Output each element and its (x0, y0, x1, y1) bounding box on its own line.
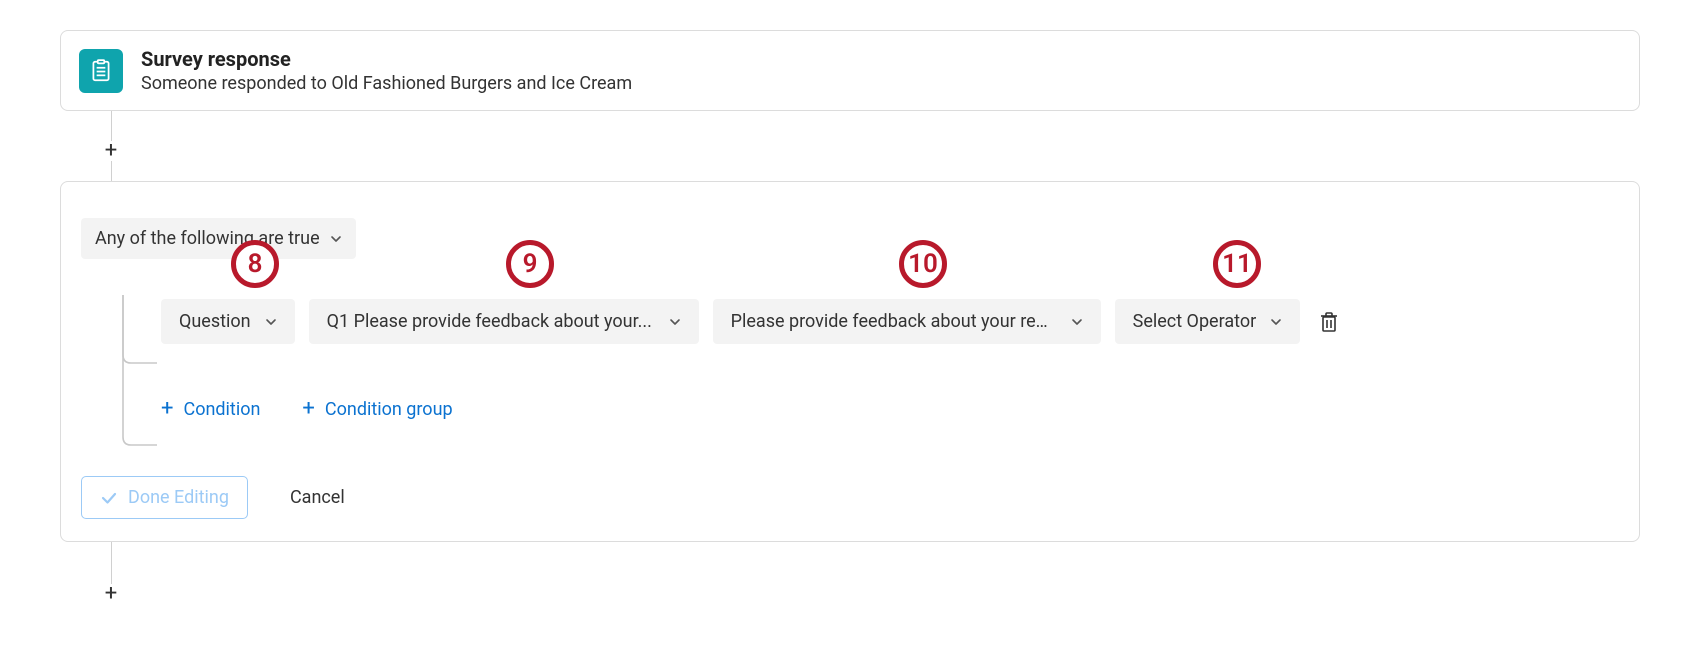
chevron-down-icon (1071, 316, 1083, 328)
add-condition-button[interactable]: + Condition (161, 398, 260, 420)
group-mode-label: Any of the following are true (95, 228, 320, 249)
question-label: Q1 Please provide feedback about your... (327, 311, 655, 332)
field-label: Please provide feedback about your res..… (731, 311, 1057, 332)
cancel-button[interactable]: Cancel (290, 487, 345, 508)
field-dropdown[interactable]: Please provide feedback about your res..… (713, 299, 1101, 344)
callout-11: 11 (1213, 240, 1261, 288)
plus-icon: + (105, 140, 117, 162)
condition-row: Question Q1 Please provide feedback abou… (161, 299, 1621, 344)
group-mode-dropdown[interactable]: Any of the following are true (81, 218, 356, 259)
callout-10: 10 (899, 240, 947, 288)
plus-icon: + (302, 398, 314, 420)
chevron-down-icon (1270, 316, 1282, 328)
plus-icon: + (105, 583, 117, 605)
trigger-title: Survey response (141, 47, 632, 71)
done-editing-label: Done Editing (128, 487, 229, 508)
add-condition-group-button[interactable]: + Condition group (302, 398, 452, 420)
operator-dropdown[interactable]: Select Operator (1115, 299, 1301, 344)
chevron-down-icon (669, 316, 681, 328)
chevron-down-icon (265, 316, 277, 328)
add-step-button[interactable]: + (101, 141, 121, 161)
condition-type-label: Question (179, 311, 251, 332)
connector-top: + (98, 111, 158, 181)
tree-connector (109, 295, 169, 465)
check-icon (100, 489, 118, 507)
callout-9: 9 (506, 240, 554, 288)
condition-type-dropdown[interactable]: Question (161, 299, 295, 344)
plus-icon: + (161, 398, 173, 420)
survey-icon (79, 49, 123, 93)
condition-editor-card: 8 9 10 11 Any of the following are true … (60, 181, 1640, 542)
done-editing-button[interactable]: Done Editing (81, 476, 248, 519)
add-group-label: Condition group (325, 399, 453, 420)
trash-icon (1319, 311, 1339, 333)
question-dropdown[interactable]: Q1 Please provide feedback about your... (309, 299, 699, 344)
trigger-card[interactable]: Survey response Someone responded to Old… (60, 30, 1640, 111)
add-condition-label: Condition (183, 399, 260, 420)
chevron-down-icon (330, 233, 342, 245)
operator-label: Select Operator (1133, 311, 1257, 332)
delete-condition-button[interactable] (1318, 310, 1340, 334)
add-step-button-bottom[interactable]: + (101, 584, 121, 604)
connector-bottom: + (98, 542, 158, 602)
cancel-label: Cancel (290, 487, 345, 508)
trigger-description: Someone responded to Old Fashioned Burge… (141, 73, 632, 94)
